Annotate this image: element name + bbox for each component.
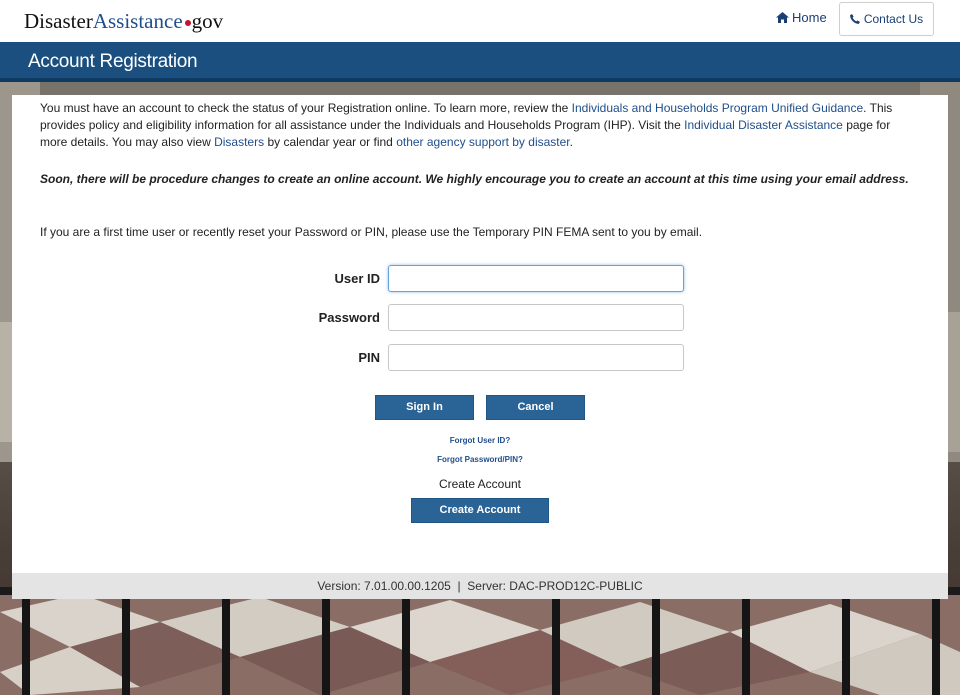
home-link[interactable]: Home	[776, 10, 827, 25]
ihp-unified-guidance-link[interactable]: Individuals and Households Program Unifi…	[572, 101, 864, 115]
procedure-notice: Soon, there will be procedure changes to…	[40, 172, 909, 186]
disasters-link[interactable]: Disasters	[214, 135, 264, 149]
first-time-user-note: If you are a first time user or recently…	[40, 225, 703, 239]
pin-row: PIN	[12, 344, 948, 372]
footer-separator: |	[457, 579, 461, 593]
home-link-label: Home	[792, 10, 827, 25]
create-account-heading: Create Account	[438, 477, 522, 491]
logo-dot-icon	[184, 19, 191, 26]
cancel-button[interactable]: Cancel	[486, 395, 585, 420]
contact-us-button[interactable]: Contact Us	[839, 2, 934, 36]
title-bar: Account Registration	[0, 42, 960, 82]
version-footer: Version: 7.01.00.00.1205 | Server: DAC-P…	[12, 573, 948, 599]
forgot-user-id-link[interactable]: Forgot User ID?	[12, 436, 948, 445]
user-id-label: User ID	[334, 271, 380, 286]
intro-paragraph: You must have an account to check the st…	[40, 100, 920, 151]
pin-label: PIN	[358, 350, 380, 365]
user-id-row: User ID	[12, 265, 948, 293]
pin-input[interactable]	[388, 344, 684, 371]
sign-in-button[interactable]: Sign In	[375, 395, 474, 420]
home-icon	[776, 12, 789, 23]
forgot-password-link[interactable]: Forgot Password/PIN?	[12, 455, 948, 464]
phone-icon	[849, 14, 860, 24]
logo-text-gov: gov	[191, 9, 224, 33]
user-id-input[interactable]	[388, 265, 684, 292]
page-title: Account Registration	[28, 51, 198, 72]
site-logo[interactable]: DisasterAssistance gov	[24, 9, 223, 34]
logo-text-disaster: Disaster	[24, 9, 93, 33]
password-row: Password	[12, 304, 948, 332]
password-label: Password	[318, 310, 380, 325]
intro-text-5: .	[569, 135, 573, 149]
intro-text-1: You must have an account to check the st…	[40, 101, 572, 115]
server-text: Server: DAC-PROD12C-PUBLIC	[467, 579, 643, 593]
registration-panel: You must have an account to check the st…	[12, 95, 948, 573]
contact-us-label: Contact Us	[863, 12, 924, 26]
logo-text-assistance: Assistance	[92, 9, 183, 33]
intro-text-4: by calendar year or find	[264, 135, 397, 149]
version-text: Version: 7.01.00.00.1205	[317, 579, 451, 593]
password-input[interactable]	[388, 304, 684, 331]
individual-disaster-assistance-link[interactable]: Individual Disaster Assistance	[684, 118, 843, 132]
create-account-button[interactable]: Create Account	[411, 498, 549, 523]
other-agency-support-link[interactable]: other agency support by disaster	[396, 135, 569, 149]
site-header: DisasterAssistance gov Home Contact Us	[0, 0, 960, 42]
